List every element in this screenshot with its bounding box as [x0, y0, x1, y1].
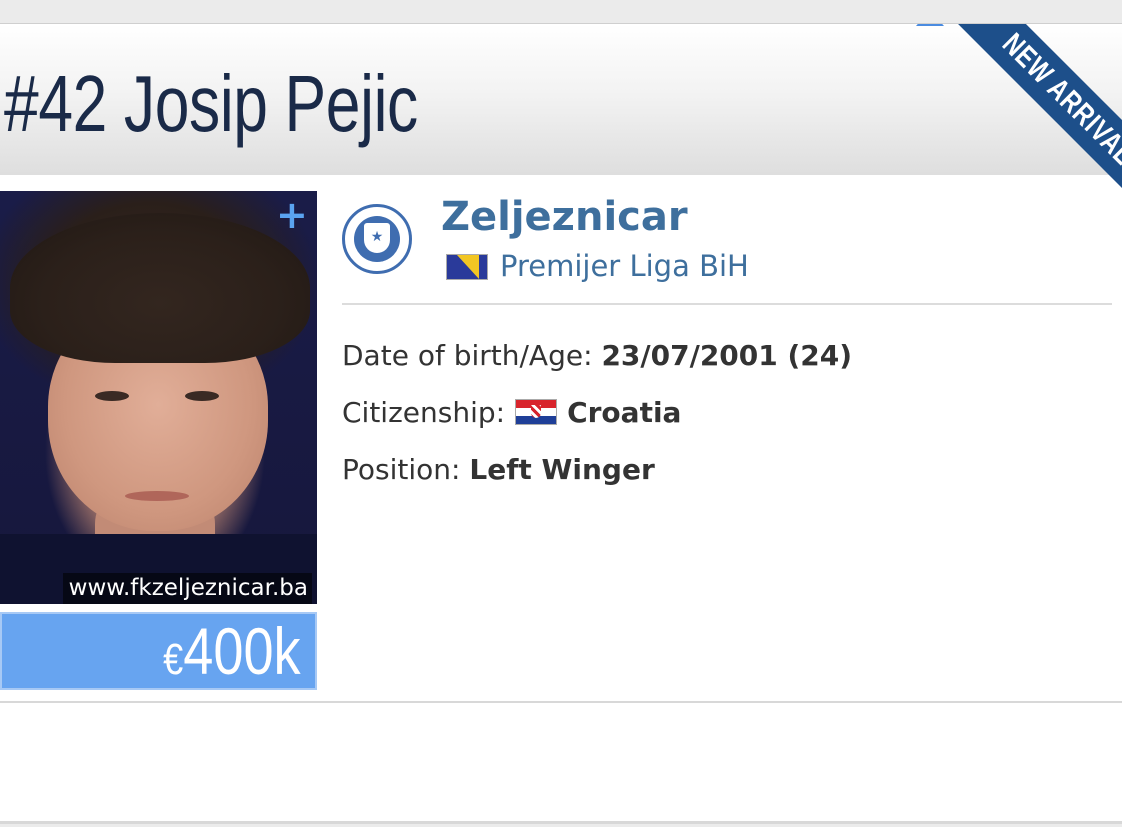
dob-value: 23/07/2001 (24): [601, 339, 853, 372]
citizenship-value: Croatia: [567, 396, 682, 429]
photo-eye-left: [95, 391, 129, 401]
currency-symbol: €: [163, 635, 184, 684]
market-value-amount: 400k: [183, 614, 301, 688]
citizenship-label: Citizenship:: [342, 396, 506, 429]
photo-credit: www.fkzeljeznicar.ba: [62, 573, 312, 604]
photo-hair: [10, 213, 310, 363]
market-value: €400k: [164, 614, 301, 697]
dob-row: Date of birth/Age: 23/07/2001 (24): [342, 336, 852, 376]
divider: [342, 303, 1112, 305]
new-arrival-ribbon: NEW ARRIVAL: [912, 24, 1122, 214]
flag-shield: [531, 405, 542, 418]
position-label: Position:: [342, 453, 461, 486]
ribbon-badge: NEW ARRIVAL: [944, 24, 1122, 214]
photo-mouth: [125, 491, 189, 501]
section-divider: [0, 701, 1122, 703]
position-row: Position: Left Winger: [342, 450, 655, 490]
position-value: Left Winger: [469, 453, 655, 486]
bosnia-flag-icon: [446, 254, 488, 280]
league-link[interactable]: Premijer Liga BiH: [500, 248, 749, 284]
market-value-box[interactable]: €400k: [0, 612, 317, 690]
ribbon-label: NEW ARRIVAL: [996, 27, 1122, 172]
ribbon-fold: [916, 24, 944, 26]
club-crest-icon[interactable]: ★: [342, 204, 412, 274]
flag-triangle: [457, 255, 479, 279]
player-photo[interactable]: + www.fkzeljeznicar.ba: [0, 191, 317, 604]
plus-icon[interactable]: +: [276, 196, 308, 234]
photo-eye-right: [185, 391, 219, 401]
dob-label: Date of birth/Age:: [342, 339, 593, 372]
club-name-link[interactable]: Zeljeznicar: [441, 192, 688, 242]
player-profile-card: #42 Josip Pejic NEW ARRIVAL + www.fkzelj…: [0, 23, 1122, 824]
citizenship-row: Citizenship: Croatia: [342, 393, 681, 433]
crest-star: ★: [370, 229, 384, 245]
page-title: #42 Josip Pejic: [4, 59, 418, 148]
croatia-flag-icon: [515, 399, 558, 425]
